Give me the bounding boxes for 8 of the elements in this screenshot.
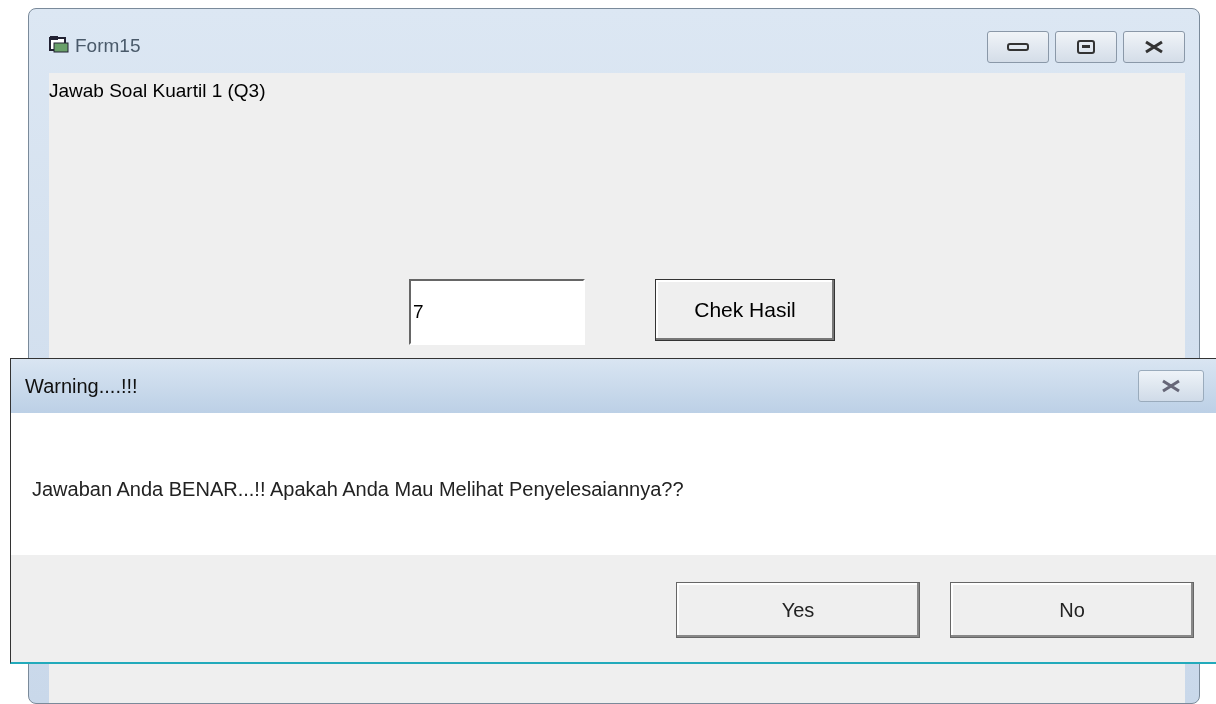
dialog-title: Warning....!!! (25, 374, 138, 399)
question-label: Jawab Soal Kuartil 1 (Q3) (49, 79, 266, 103)
yes-button[interactable]: Yes (676, 582, 920, 638)
no-button[interactable]: No (950, 582, 1194, 638)
dialog-message: Jawaban Anda BENAR...!! Apakah Anda Mau Melihat Penyelesaiannya?? (32, 477, 684, 502)
answer-field[interactable]: 7 (409, 279, 585, 345)
check-result-button[interactable]: Chek Hasil (655, 279, 835, 341)
window-title: Form15 (75, 35, 141, 57)
